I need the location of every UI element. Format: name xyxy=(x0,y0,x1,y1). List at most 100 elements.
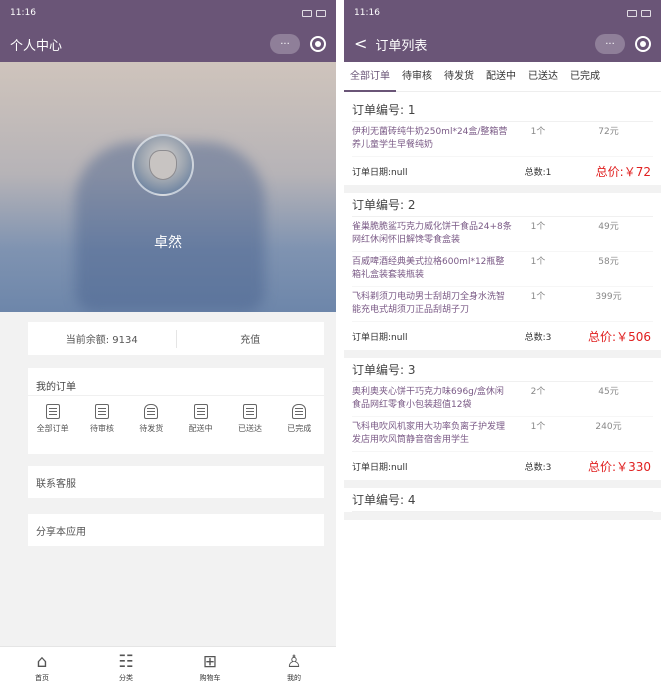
close-mini-program-icon[interactable] xyxy=(310,36,326,52)
order-count: 总数:3 xyxy=(524,462,552,473)
order-total: 总价:￥330 xyxy=(588,459,651,474)
status-time: 11:16 xyxy=(10,8,36,18)
order-shortcut-label: 待发货 xyxy=(139,424,164,433)
order-tab-2[interactable]: 待发货 xyxy=(438,62,480,92)
signal-icon xyxy=(627,9,637,17)
list-icon xyxy=(45,404,60,419)
nav-left: < 订单列表 xyxy=(354,35,427,54)
order-shortcut-5[interactable]: 已完成 xyxy=(275,404,323,434)
order-footer: 订单日期:null 总数:3 总价:￥330 xyxy=(352,452,653,480)
item-quantity: 1个 xyxy=(530,292,546,302)
order-status-tabs: 全部订单 待审核 待发货 配送中 已送达 已完成 xyxy=(344,62,661,92)
page-title: 订单列表 xyxy=(375,38,428,54)
order-shortcut-label: 已完成 xyxy=(287,424,312,433)
tab-bar-item-1[interactable]: ☷ 分类 xyxy=(101,653,151,683)
share-app-row[interactable]: 分享本应用 xyxy=(28,514,324,546)
page-title: 个人中心 xyxy=(10,38,63,54)
battery-icon xyxy=(316,9,326,17)
order-number: 订单编号: 4 xyxy=(352,488,653,512)
item-name: 奥利奥夹心饼干巧克力味696g/盒休闲食品网红零食小包装超值12袋 xyxy=(352,387,504,410)
order-tab-5[interactable]: 已完成 xyxy=(564,62,606,92)
order-item-row[interactable]: 伊利无菌砖纯牛奶250ml*24盒/整箱营养儿童学生早餐纯奶 1个 72元 xyxy=(352,122,653,157)
item-quantity: 1个 xyxy=(530,422,546,432)
order-number: 订单编号: 1 xyxy=(352,98,653,122)
more-button[interactable]: ··· xyxy=(595,34,625,54)
order-count: 总数:1 xyxy=(524,167,552,178)
user-icon: ♙ xyxy=(286,651,302,672)
document-icon xyxy=(242,404,257,419)
bag-icon xyxy=(144,404,159,419)
profile-screen: 11:16 个人中心 ··· 卓然 当前余额: 9134 充值 我的订单 全部订… xyxy=(0,0,336,688)
item-name: 伊利无菌砖纯牛奶250ml*24盒/整箱营养儿童学生早餐纯奶 xyxy=(352,127,508,150)
more-button[interactable]: ··· xyxy=(270,34,300,54)
status-icons xyxy=(627,9,651,17)
tab-bar-item-3[interactable]: ♙ 我的 xyxy=(269,653,319,683)
signal-icon xyxy=(302,9,312,17)
order-tab-4[interactable]: 已送达 xyxy=(522,62,564,92)
item-price: 399元 xyxy=(595,292,622,302)
item-name: 飞科剃须刀电动男士刮胡刀全身水洗智能充电式胡须刀正品刮胡子刀 xyxy=(352,292,506,315)
item-quantity: 2个 xyxy=(530,387,546,397)
order-total: 总价:￥72 xyxy=(595,164,651,179)
my-orders-title[interactable]: 我的订单 xyxy=(28,368,324,396)
order-total: 总价:￥506 xyxy=(588,329,651,344)
item-quantity: 1个 xyxy=(530,127,546,137)
order-shortcut-label: 待审核 xyxy=(89,424,114,433)
order-footer: 订单日期:null 总数:1 总价:￥72 xyxy=(352,157,653,185)
order-shortcut-4[interactable]: 已送达 xyxy=(226,404,274,434)
orders-list: 订单编号: 1 伊利无菌砖纯牛奶250ml*24盒/整箱营养儿童学生早餐纯奶 1个 7… xyxy=(344,92,661,520)
order-item-row[interactable]: 雀巢脆脆鲨巧克力威化饼干食品24+8条网红休闲怀旧解馋零食盒装 1个 49元 xyxy=(352,217,653,252)
order-tab-0[interactable]: 全部订单 xyxy=(344,62,396,92)
order-tab-1[interactable]: 待审核 xyxy=(396,62,438,92)
order-shortcut-3[interactable]: 配送中 xyxy=(177,404,225,434)
order-status-shortcuts: 全部订单 待审核 待发货 配送中 已送达 已完成 xyxy=(28,396,324,434)
order-number: 订单编号: 3 xyxy=(352,358,653,382)
close-mini-program-icon[interactable] xyxy=(635,36,651,52)
contact-service-row[interactable]: 联系客服 xyxy=(28,466,324,498)
status-bar: 11:16 xyxy=(0,0,336,26)
tab-bar-item-2[interactable]: ⊞ 购物车 xyxy=(185,653,235,683)
order-date: 订单日期:null xyxy=(352,462,408,473)
username: 卓然 xyxy=(154,235,182,251)
order-item-row[interactable]: 百威啤酒经典美式拉格600ml*12瓶整箱礼盒装套装瓶装 1个 58元 xyxy=(352,252,653,287)
order-list-screen: 11:16 < 订单列表 ··· 全部订单 待审核 待发货 配送中 已送达 已完成 订单编… xyxy=(344,0,661,688)
order-count: 总数:3 xyxy=(524,332,552,343)
tab-bar-label: 首页 xyxy=(35,673,49,682)
item-quantity: 1个 xyxy=(530,257,546,267)
item-price: 240元 xyxy=(595,422,622,432)
balance-label: 当前余额: 9134 xyxy=(65,335,138,346)
tab-bar-item-0[interactable]: ⌂ 首页 xyxy=(17,653,67,683)
order-card: 订单编号: 2 雀巢脆脆鲨巧克力威化饼干食品24+8条网红休闲怀旧解馋零食盒装 1个… xyxy=(344,193,661,358)
item-name: 雀巢脆脆鲨巧克力威化饼干食品24+8条网红休闲怀旧解馋零食盒装 xyxy=(352,222,512,245)
mini-program-capsule: ··· xyxy=(270,34,326,54)
recharge-button[interactable]: 充值 xyxy=(177,331,325,346)
order-shortcut-label: 全部订单 xyxy=(36,424,69,433)
order-item-row[interactable]: 飞科电吹风机家用大功率负离子护发理发店用吹风筒静音宿舍用学生 1个 240元 xyxy=(352,417,653,452)
tab-bar-label: 我的 xyxy=(287,673,301,682)
my-orders-card: 我的订单 全部订单 待审核 待发货 配送中 已送达 已完成 xyxy=(28,368,324,454)
balance-card: 当前余额: 9134 充值 xyxy=(28,322,324,355)
avatar[interactable] xyxy=(132,134,194,196)
item-name: 百威啤酒经典美式拉格600ml*12瓶整箱礼盒装套装瓶装 xyxy=(352,257,505,280)
profile-banner: 卓然 xyxy=(0,62,336,312)
order-card: 订单编号: 4 xyxy=(344,488,661,520)
order-shortcut-label: 配送中 xyxy=(188,424,213,433)
item-quantity: 1个 xyxy=(530,222,546,232)
order-shortcut-0[interactable]: 全部订单 xyxy=(29,404,77,434)
home-icon: ⌂ xyxy=(36,651,48,672)
order-item-row[interactable]: 奥利奥夹心饼干巧克力味696g/盒休闲食品网红零食小包装超值12袋 2个 45元 xyxy=(352,382,653,417)
order-card: 订单编号: 3 奥利奥夹心饼干巧克力味696g/盒休闲食品网红零食小包装超值12袋… xyxy=(344,358,661,488)
order-shortcut-2[interactable]: 待发货 xyxy=(127,404,175,434)
item-price: 72元 xyxy=(598,127,619,137)
nav-bar: < 订单列表 ··· xyxy=(344,26,661,62)
mini-program-capsule: ··· xyxy=(595,34,651,54)
order-shortcut-1[interactable]: 待审核 xyxy=(78,404,126,434)
back-icon[interactable]: < xyxy=(354,36,367,52)
status-time: 11:16 xyxy=(354,8,380,18)
tab-bar-label: 购物车 xyxy=(199,673,221,682)
order-tab-3[interactable]: 配送中 xyxy=(480,62,522,92)
order-date: 订单日期:null xyxy=(352,167,408,178)
status-bar: 11:16 xyxy=(344,0,661,26)
order-number: 订单编号: 2 xyxy=(352,193,653,217)
order-item-row[interactable]: 飞科剃须刀电动男士刮胡刀全身水洗智能充电式胡须刀正品刮胡子刀 1个 399元 xyxy=(352,287,653,322)
